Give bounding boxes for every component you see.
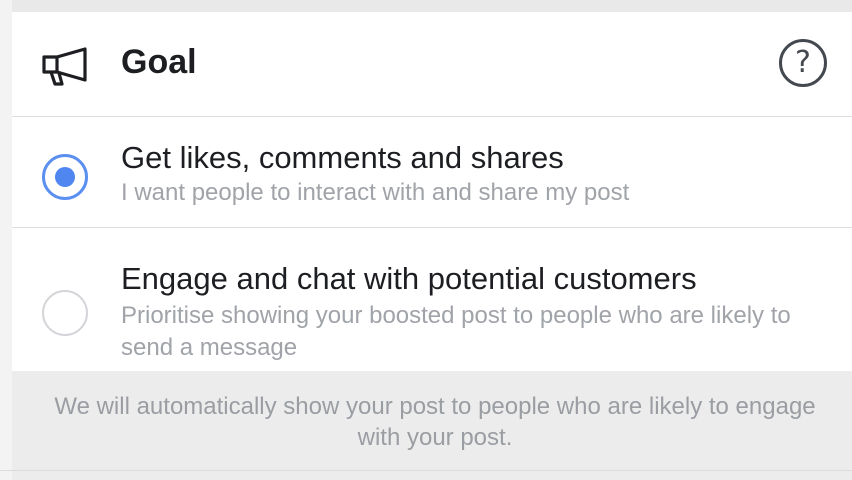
left-edge	[0, 0, 12, 480]
option-title: Get likes, comments and shares	[121, 140, 564, 175]
goal-card: Goal ? Get likes, comments and shares I …	[12, 12, 852, 371]
megaphone-icon	[40, 46, 92, 86]
top-divider-strip	[0, 0, 852, 12]
section-title: Goal	[121, 43, 197, 81]
footer-note: We will automatically show your post to …	[54, 393, 816, 451]
radio-button-unselected[interactable]	[42, 290, 88, 336]
option-description: I want people to interact with and share…	[121, 179, 630, 206]
question-circle-icon: ?	[795, 45, 811, 80]
help-button[interactable]: ?	[779, 39, 827, 87]
goal-header: Goal ?	[12, 12, 852, 117]
option-description: Prioritise showing your boosted post to …	[121, 302, 791, 361]
bottom-divider	[0, 470, 852, 471]
option-title: Engage and chat with potential customers	[121, 261, 697, 296]
radio-button-selected[interactable]	[42, 154, 88, 200]
goal-option-messages[interactable]: Engage and chat with potential customers…	[12, 228, 852, 371]
goal-option-engagement[interactable]: Get likes, comments and shares I want pe…	[12, 117, 852, 228]
